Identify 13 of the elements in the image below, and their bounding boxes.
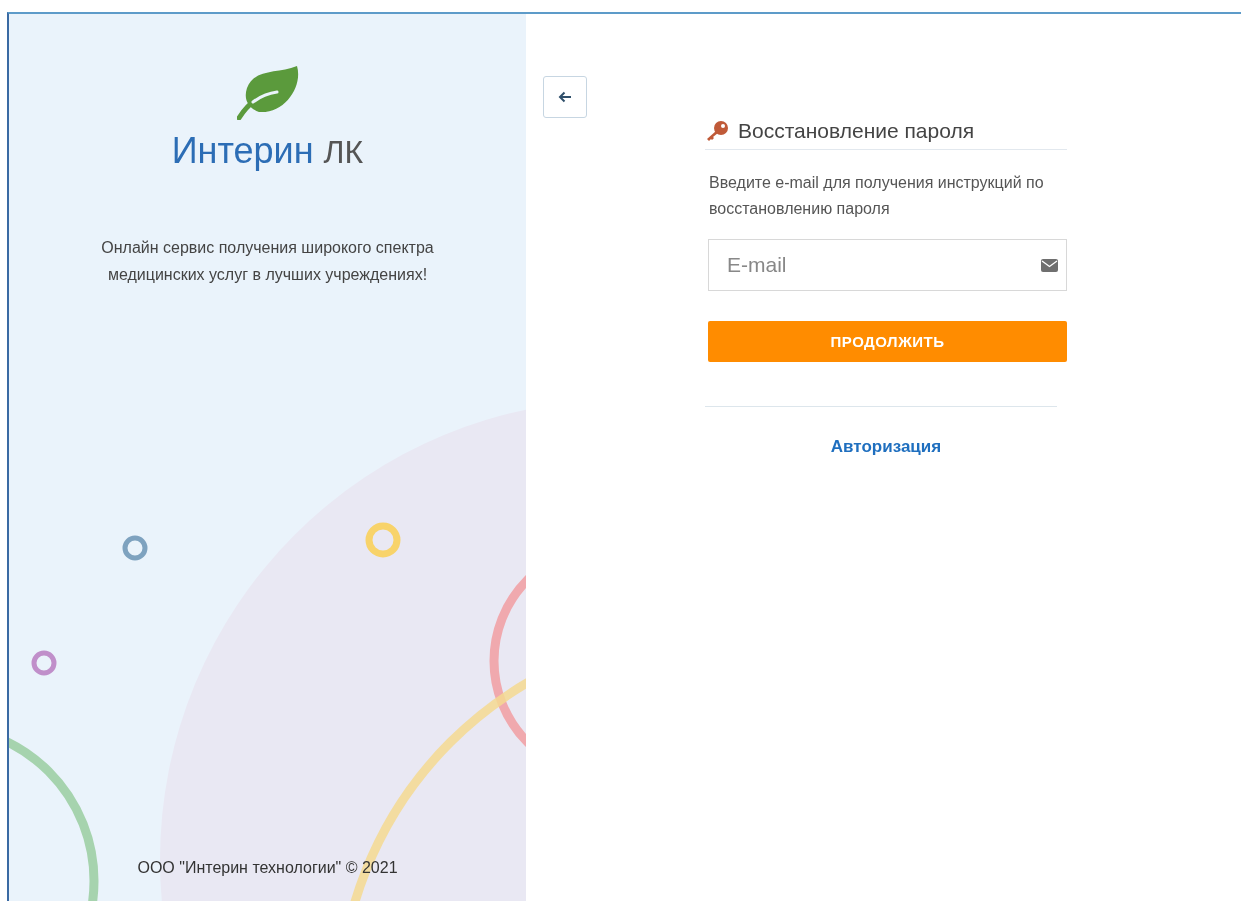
- brand-suffix: ЛК: [323, 134, 364, 171]
- instruction-text: Введите e-mail для получения инструкций по восстановлению пароля: [709, 173, 1045, 219]
- email-field[interactable]: E-mail: [708, 239, 1067, 291]
- login-link[interactable]: Авторизация: [830, 437, 942, 457]
- back-button[interactable]: [543, 76, 587, 118]
- copyright-text: ООО "Интерин технологии" © 2021: [137, 859, 398, 877]
- form-title: Восстановление пароля: [738, 119, 975, 143]
- key-icon: [705, 120, 729, 142]
- tagline-text: Онлайн сервис получения широкого спектра медицинских услуг в лучших учреждениях!: [100, 238, 435, 285]
- brand-name: Интерин: [171, 130, 314, 172]
- back-arrow-icon: [558, 91, 572, 103]
- leaf-icon: [236, 66, 299, 120]
- envelope-icon: [1041, 259, 1058, 272]
